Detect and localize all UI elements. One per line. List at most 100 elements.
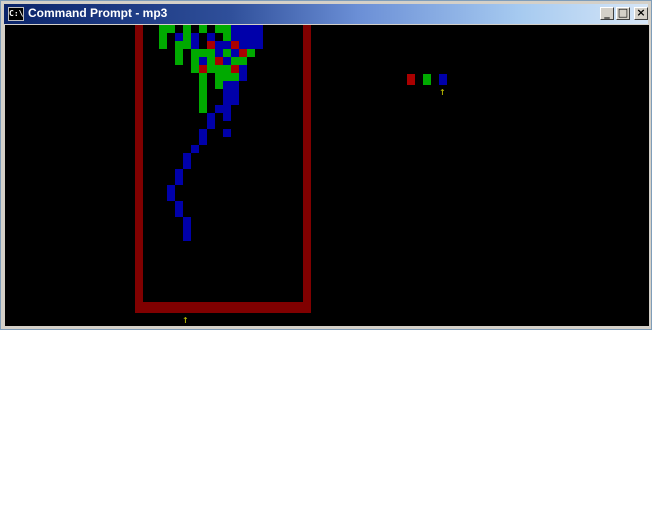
block-cell (199, 49, 207, 57)
block-cell (223, 129, 231, 137)
block-cell (167, 25, 175, 33)
block-cell (247, 41, 255, 49)
block-cell (231, 49, 239, 57)
console-area[interactable]: ↑ ↑ (5, 25, 649, 326)
block-cell (255, 33, 263, 41)
close-icon: × (636, 6, 646, 19)
block-cell (215, 49, 223, 57)
maximize-icon: □ (617, 6, 629, 19)
block-cell (223, 81, 231, 89)
block-cell (247, 49, 255, 57)
block-cell (231, 97, 239, 105)
block-cell (199, 129, 207, 137)
block-cell (215, 105, 223, 113)
block-cell (255, 41, 263, 49)
block-cell (207, 57, 215, 65)
window-title: Command Prompt - mp3 (28, 6, 168, 20)
block-cell (239, 41, 247, 49)
block-cell (175, 57, 183, 65)
block-cell (207, 121, 215, 129)
block-cell (199, 105, 207, 113)
block-cell (175, 177, 183, 185)
block-cell (183, 41, 191, 49)
block-cell (199, 89, 207, 97)
block-cell (239, 33, 247, 41)
block-cell (223, 41, 231, 49)
block-cell (199, 57, 207, 65)
block-cell (199, 97, 207, 105)
block-cell (191, 57, 199, 65)
block-cell (159, 33, 167, 41)
block-cell (215, 25, 223, 33)
next-piece-arrow-icon: ↑ (439, 85, 446, 98)
maximize-button[interactable]: □ (616, 6, 630, 20)
close-button[interactable]: × (634, 6, 648, 20)
block-cell (239, 57, 247, 65)
block-cell (175, 33, 183, 41)
block-cell (231, 41, 239, 49)
block-cell (223, 33, 231, 41)
block-cell (231, 57, 239, 65)
block-cell (231, 65, 239, 73)
block-cell (159, 25, 167, 33)
next-piece-cell-red (407, 74, 415, 85)
block-cell (183, 225, 191, 233)
console-icon[interactable]: C:\ (8, 7, 24, 21)
well-right-wall (303, 25, 311, 313)
block-cell (223, 25, 231, 33)
block-cell (215, 73, 223, 81)
block-cell (215, 81, 223, 89)
desktop-background (0, 330, 652, 512)
block-cell (231, 33, 239, 41)
block-cell (175, 209, 183, 217)
next-piece-cell-green (423, 74, 431, 85)
block-cell (239, 73, 247, 81)
block-cell (183, 217, 191, 225)
block-cell (223, 113, 231, 121)
block-cell (247, 33, 255, 41)
block-cell (167, 185, 175, 193)
block-cell (191, 33, 199, 41)
block-cell (223, 65, 231, 73)
block-cell (207, 49, 215, 57)
block-cell (215, 65, 223, 73)
block-cell (191, 49, 199, 57)
block-cell (207, 33, 215, 41)
block-cell (199, 25, 207, 33)
block-cell (247, 25, 255, 33)
block-cell (199, 65, 207, 73)
command-prompt-window: C:\ Command Prompt - mp3 _ □ × ↑ ↑ (0, 0, 652, 330)
block-cell (223, 57, 231, 65)
block-cell (231, 89, 239, 97)
block-cell (231, 25, 239, 33)
block-cell (239, 65, 247, 73)
well-floor (135, 302, 311, 313)
block-cell (231, 81, 239, 89)
block-cell (191, 145, 199, 153)
minimize-button[interactable]: _ (600, 6, 614, 20)
title-bar[interactable]: C:\ Command Prompt - mp3 _ □ × (4, 4, 648, 24)
block-cell (199, 81, 207, 89)
block-cell (223, 73, 231, 81)
block-cell (175, 169, 183, 177)
block-cell (167, 193, 175, 201)
block-cell (207, 65, 215, 73)
block-cell (175, 201, 183, 209)
drop-position-arrow-icon: ↑ (182, 313, 189, 326)
block-cell (199, 73, 207, 81)
block-cell (175, 49, 183, 57)
block-cell (191, 41, 199, 49)
block-cell (183, 233, 191, 241)
block-cell (223, 89, 231, 97)
block-cell (183, 33, 191, 41)
block-cell (207, 113, 215, 121)
next-piece-cell-blue (439, 74, 447, 85)
block-cell (223, 105, 231, 113)
block-cell (231, 73, 239, 81)
block-cell (191, 65, 199, 73)
block-cell (255, 25, 263, 33)
minimize-icon: _ (604, 6, 610, 19)
block-cell (183, 153, 191, 161)
block-cell (159, 41, 167, 49)
block-cell (223, 49, 231, 57)
